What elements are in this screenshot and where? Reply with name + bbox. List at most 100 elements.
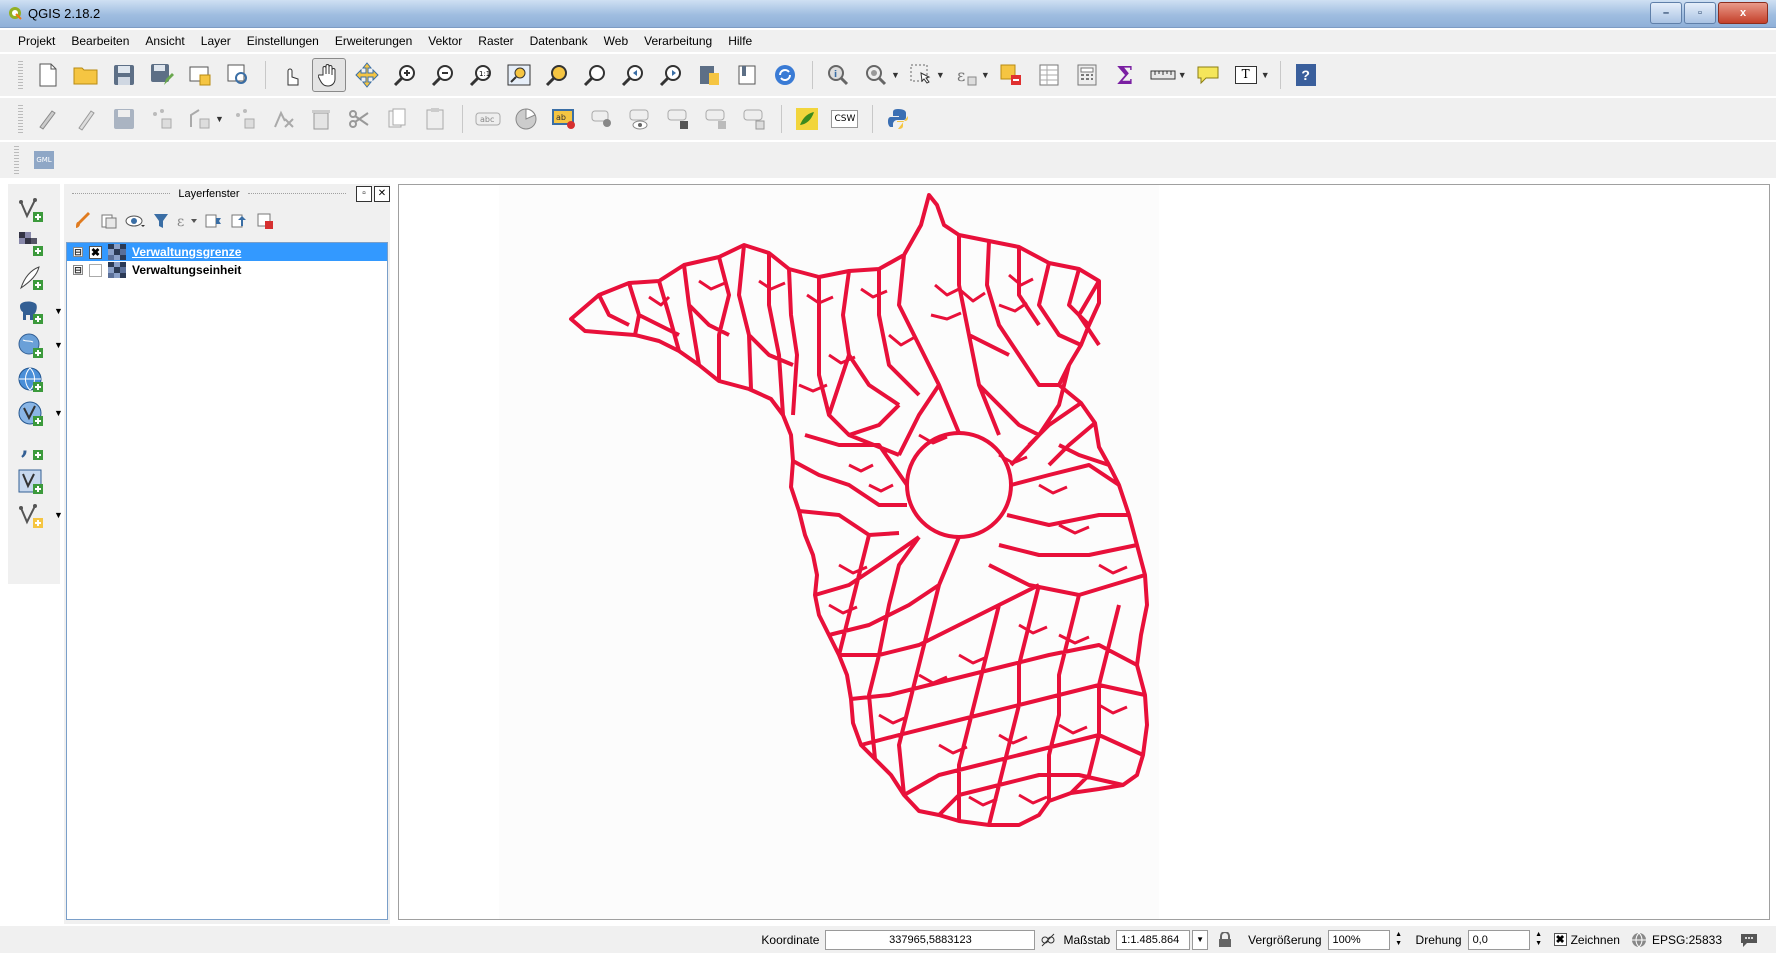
text-annotation-button[interactable]: T [1229,58,1263,92]
deselect-features-button[interactable] [994,58,1028,92]
chevron-down-icon[interactable]: ▼ [981,70,990,80]
select-features-button[interactable] [904,58,938,92]
cut-features-button[interactable] [342,102,376,136]
geo-search-button[interactable] [790,102,824,136]
float-panel-button[interactable]: ▫ [356,186,372,202]
menu-web[interactable]: Web [596,34,636,48]
scale-dropdown-button[interactable]: ▼ [1192,929,1209,950]
delete-selected-button[interactable] [266,102,300,136]
identify-features-button[interactable]: i [821,58,855,92]
move-label-button[interactable] [661,102,695,136]
zoom-in-button[interactable] [388,58,422,92]
select-by-expression-button[interactable]: ε [949,58,983,92]
open-attribute-table-button[interactable] [1032,58,1066,92]
chevron-down-icon[interactable]: ▼ [891,70,900,80]
layer-item-verwaltungseinheit[interactable]: ⊟ Verwaltungseinheit [67,261,387,279]
chevron-down-icon[interactable]: ▼ [54,408,63,418]
csw-button[interactable]: CSW [828,102,862,136]
map-tips-button[interactable] [1191,58,1225,92]
current-edits-button[interactable] [31,102,65,136]
help-button[interactable]: ? [1289,58,1323,92]
move-feature-button[interactable] [183,102,217,136]
lock-icon[interactable] [1216,931,1234,949]
menu-datenbank[interactable]: Datenbank [522,34,596,48]
chevron-down-icon[interactable]: ▼ [1261,70,1270,80]
maximize-button[interactable]: ▫ [1684,2,1716,24]
delete-button[interactable] [304,102,338,136]
menu-raster[interactable]: Raster [470,34,521,48]
magnifier-field[interactable]: 100% [1327,929,1390,950]
add-group-button[interactable] [96,209,122,233]
add-postgis-layer-button[interactable]: ▼ [14,296,63,328]
filter-legend-button[interactable] [148,209,174,233]
layer-visibility-checkbox[interactable] [89,263,102,277]
layer-item-verwaltungsgrenze[interactable]: ⊟ ✖ Verwaltungsgrenze [67,243,387,261]
rotate-label-button[interactable] [699,102,733,136]
highlight-pin-labels-button[interactable]: ab [547,102,581,136]
pin-labels-button[interactable] [585,102,619,136]
menu-layer[interactable]: Layer [193,34,239,48]
menu-ansicht[interactable]: Ansicht [137,34,192,48]
chevron-down-icon[interactable]: ▼ [936,70,945,80]
zoom-out-button[interactable] [426,58,460,92]
collapse-all-button[interactable] [226,209,252,233]
map-canvas[interactable] [398,184,1770,920]
zoom-next-button[interactable] [654,58,688,92]
crs-globe-icon[interactable] [1630,931,1648,949]
style-layer-button[interactable] [70,209,96,233]
new-print-composer-button[interactable] [183,58,217,92]
menu-vektor[interactable]: Vektor [420,34,470,48]
save-edits-button[interactable] [107,102,141,136]
chevron-down-icon[interactable]: ▼ [1178,70,1187,80]
coordinate-toggle-icon[interactable] [1039,931,1057,949]
render-checkbox[interactable]: ✖ [1553,933,1567,946]
refresh-button[interactable] [768,58,802,92]
statistical-summary-button[interactable]: Σ [1108,58,1142,92]
paste-features-button[interactable] [418,102,452,136]
toolbar-grip[interactable] [18,105,23,133]
message-log-icon[interactable] [1740,931,1758,949]
zoom-native-button[interactable]: 1:1 [464,58,498,92]
add-feature-button[interactable] [145,102,179,136]
menu-projekt[interactable]: Projekt [10,34,63,48]
add-vector-layer-button[interactable] [14,194,48,226]
change-label-button[interactable] [737,102,771,136]
new-bookmark-button[interactable] [692,58,726,92]
close-panel-button[interactable]: ✕ [374,186,390,202]
rotation-field[interactable]: 0,0 [1467,929,1530,950]
run-feature-action-button[interactable] [859,58,893,92]
chevron-down-icon[interactable]: ▼ [54,510,63,520]
add-mssql-layer-button[interactable] [14,466,48,498]
add-virtual-layer-button[interactable]: , [14,432,48,464]
show-bookmarks-button[interactable] [730,58,764,92]
menu-verarbeitung[interactable]: Verarbeitung [636,34,720,48]
chevron-down-icon[interactable]: ▼ [215,114,224,124]
touch-zoom-pan-button[interactable] [274,58,308,92]
new-project-button[interactable] [31,58,65,92]
new-layer-button[interactable]: ▼ [14,500,63,532]
pan-to-selection-button[interactable] [350,58,384,92]
add-raster-layer-button[interactable] [14,228,48,260]
add-delimited-text-button[interactable] [14,262,48,294]
filter-expression-button[interactable]: ε [174,209,200,233]
minimize-button[interactable]: – [1650,2,1682,24]
menu-bearbeiten[interactable]: Bearbeiten [63,34,137,48]
zoom-full-button[interactable] [502,58,536,92]
magnifier-spinner[interactable]: ▲ ▼ [1392,930,1406,950]
layer-labeling-button[interactable]: abc [471,102,505,136]
zoom-to-layer-button[interactable] [578,58,612,92]
chevron-down-icon[interactable]: ▼ [54,306,63,316]
scale-field[interactable]: 1:1.485.864 [1116,929,1191,950]
show-hide-labels-button[interactable] [623,102,657,136]
chevron-down-icon[interactable]: ▼ [54,340,63,350]
node-tool-button[interactable] [228,102,262,136]
menu-einstellungen[interactable]: Einstellungen [239,34,327,48]
save-as-button[interactable] [145,58,179,92]
save-project-button[interactable] [107,58,141,92]
toolbar-grip[interactable] [14,146,19,174]
coordinate-field[interactable]: 337965,5883123 [825,929,1036,950]
close-button[interactable]: x [1718,2,1768,24]
zoom-last-button[interactable] [616,58,650,92]
add-wfs-layer-button[interactable]: ▼ [14,398,63,430]
python-console-button[interactable] [881,102,915,136]
